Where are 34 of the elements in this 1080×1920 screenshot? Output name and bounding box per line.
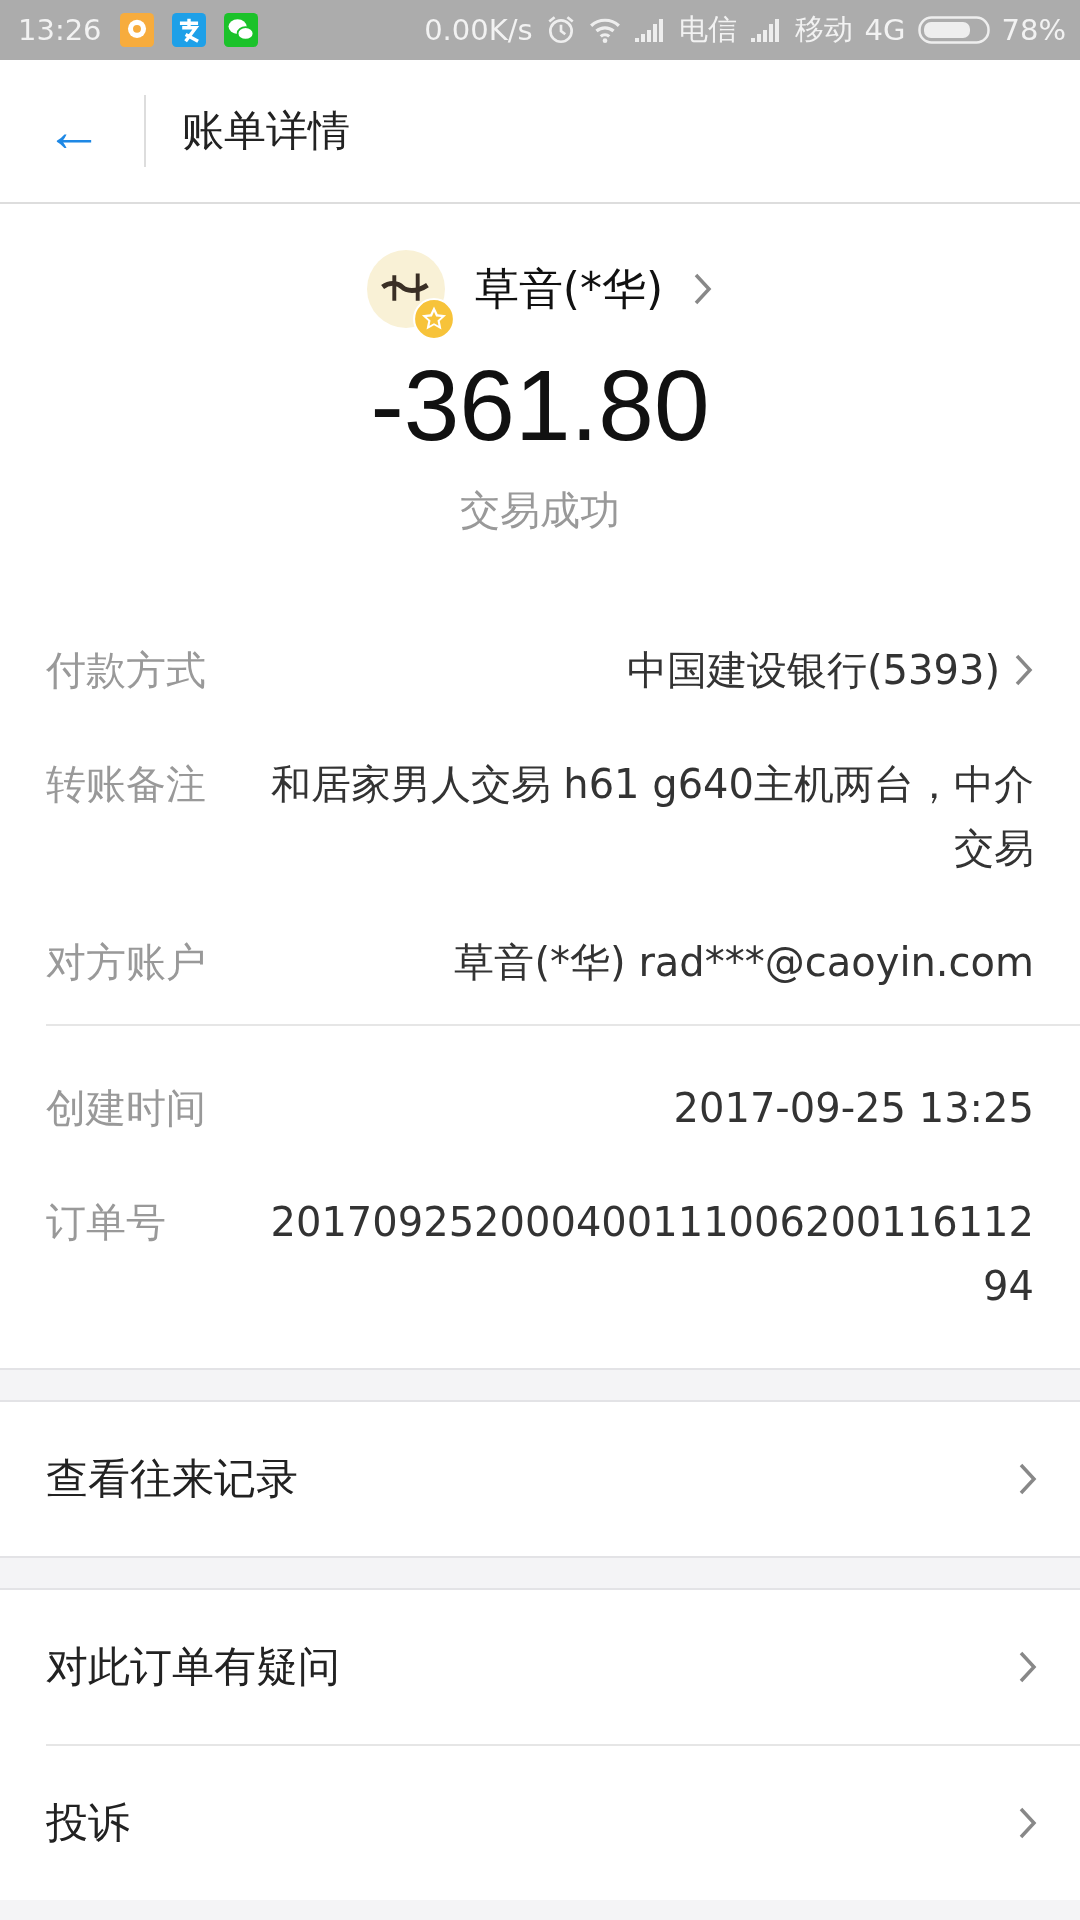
carrier-name: 移动	[794, 11, 853, 48]
menu-item[interactable]: 查看往来记录	[0, 1402, 1080, 1556]
chevron-right-icon	[1018, 1650, 1038, 1684]
detail-value: 2017-09-25 13:25	[672, 1084, 1034, 1133]
chevron-right-icon[interactable]	[693, 272, 714, 306]
detail-label: 转账备注	[46, 760, 207, 809]
status-time: 13:26	[18, 13, 102, 47]
payee-name[interactable]: 草音(*华)	[474, 259, 664, 319]
detail-value: 草音(*华) rad***@caoyin.com	[453, 938, 1034, 987]
payment-app-icon	[171, 13, 206, 47]
network-type: 4G	[864, 13, 906, 47]
page-title: 账单详情	[182, 105, 350, 157]
chat-app-icon	[223, 13, 258, 47]
detail-value: 20170925200040011100620011611294	[269, 1198, 1034, 1311]
chat-bubble-icon	[119, 13, 154, 47]
detail-label: 创建时间	[46, 1084, 207, 1133]
carrier-name: 电信	[678, 11, 737, 48]
chevron-right-icon	[1018, 1806, 1038, 1840]
amount: -361.80	[370, 348, 710, 463]
transaction-status: 交易成功	[460, 486, 620, 535]
back-button[interactable]: ←	[44, 102, 104, 160]
detail-label: 订单号	[46, 1198, 167, 1247]
chevron-right-icon[interactable]	[1014, 653, 1034, 687]
battery-icon	[917, 16, 990, 44]
detail-label: 付款方式	[46, 646, 207, 695]
chevron-right-icon	[1018, 1462, 1038, 1496]
menu-item[interactable]: 投诉	[0, 1746, 1080, 1900]
detail-value[interactable]: 中国建设银行(5393)	[266, 638, 1000, 702]
detail-label: 对方账户	[46, 938, 207, 987]
star-badge-icon	[412, 298, 455, 340]
battery-percent: 78%	[1001, 13, 1066, 47]
network-speed: 0.00K/s	[424, 13, 533, 47]
menu-item[interactable]: 对此订单有疑问	[0, 1590, 1080, 1744]
detail-value: 和居家男人交易 h61 g640主机两台，中介交易	[269, 760, 1034, 873]
